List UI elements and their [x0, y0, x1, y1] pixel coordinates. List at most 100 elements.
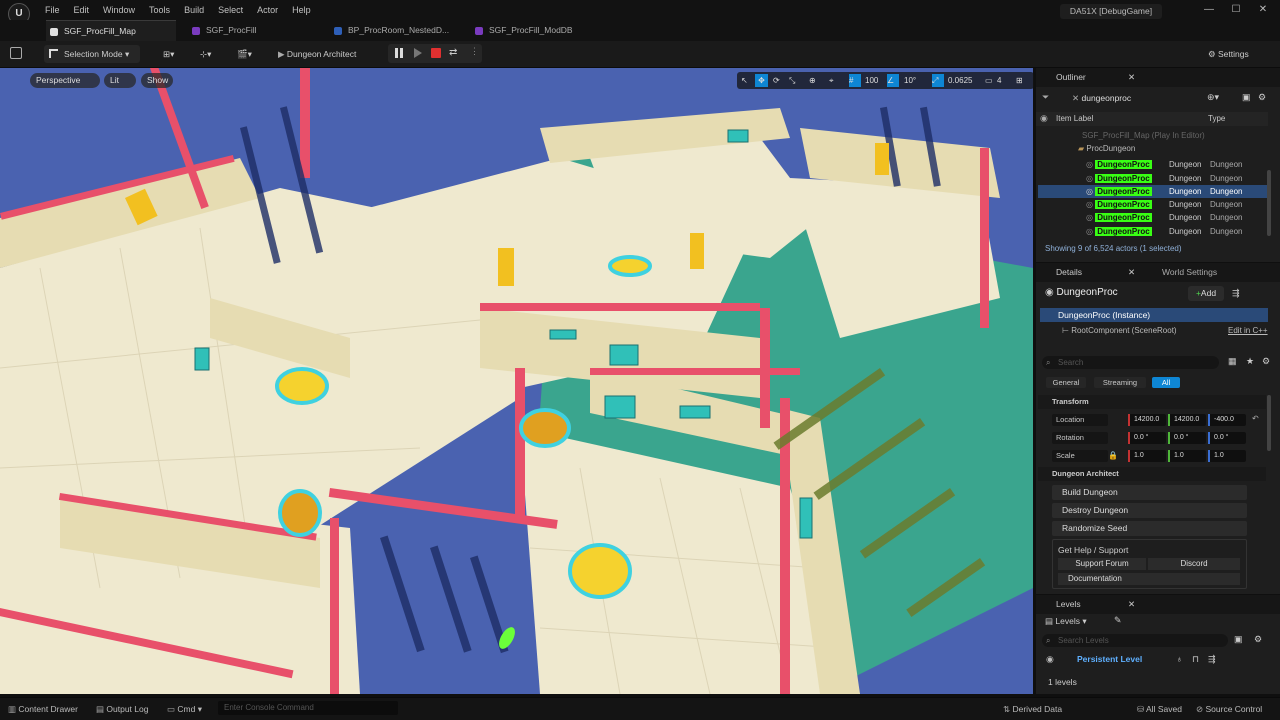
destroy-dungeon-button[interactable]: Destroy Dungeon: [1052, 503, 1247, 518]
tab-details[interactable]: Details: [1056, 267, 1082, 277]
details-search-input[interactable]: ⌕ Search: [1042, 356, 1219, 369]
rotation-z[interactable]: 0.0 °: [1208, 432, 1246, 444]
tab-sgf-procfill-moddb[interactable]: SGF_ProcFill_ModDB: [471, 20, 611, 41]
rotation-snap-value[interactable]: 10°: [904, 74, 916, 87]
lock-icon[interactable]: ⊓: [1192, 654, 1199, 665]
cmd-dropdown[interactable]: ▭ Cmd ▾: [167, 703, 202, 715]
maximize-icon[interactable]: ☐: [1225, 2, 1247, 18]
scale-snap-value[interactable]: 0.0625: [948, 74, 972, 87]
folder-row[interactable]: ▰ ProcDungeon: [1038, 142, 1267, 155]
documentation-button[interactable]: Documentation: [1058, 573, 1240, 585]
rotation-snap-icon[interactable]: ∠: [887, 74, 899, 87]
location-x[interactable]: 14200.0: [1128, 414, 1166, 426]
star-icon[interactable]: ★: [1246, 356, 1254, 367]
lock-icon[interactable]: 🔒: [1108, 451, 1118, 460]
gear-icon[interactable]: ⚙: [1254, 634, 1262, 645]
lightbulb-icon[interactable]: ♁: [1176, 654, 1183, 664]
filter-all[interactable]: All: [1152, 377, 1180, 388]
menu-file[interactable]: File: [38, 0, 67, 20]
filter-icon[interactable]: ⏷: [1042, 92, 1052, 104]
scale-x[interactable]: 1.0: [1128, 450, 1166, 462]
console-input[interactable]: Enter Console Command: [218, 701, 398, 715]
details-scrollbar[interactable]: [1267, 395, 1271, 451]
selection-mode-dropdown[interactable]: Selection Mode ▾: [44, 45, 140, 63]
tab-world-settings[interactable]: World Settings: [1148, 263, 1217, 282]
table-row[interactable]: ◎ DungeonProc Dungeon Dungeon: [1038, 225, 1267, 238]
transform-section[interactable]: Transform: [1038, 395, 1266, 409]
dungeon-architect-section[interactable]: Dungeon Architect: [1038, 467, 1266, 481]
rotation-dropdown[interactable]: Rotation: [1052, 432, 1108, 444]
perspective-button[interactable]: Perspective: [30, 73, 100, 88]
filter-streaming[interactable]: Streaming: [1094, 377, 1146, 388]
levels-search-input[interactable]: ⌕ Search Levels: [1042, 634, 1228, 647]
discord-button[interactable]: Discord: [1148, 558, 1240, 570]
tab-sgf-procfill[interactable]: SGF_ProcFill: [188, 20, 323, 41]
close-tab-icon[interactable]: ✕: [1128, 68, 1135, 87]
column-item-label[interactable]: Item Label: [1056, 114, 1093, 123]
content-drawer-button[interactable]: ▥ Content Drawer: [8, 703, 78, 715]
build-dungeon-button[interactable]: Build Dungeon: [1052, 485, 1247, 500]
close-tab-icon[interactable]: ✕: [1128, 595, 1135, 614]
table-row[interactable]: ◎ DungeonProc Dungeon Dungeon: [1038, 211, 1267, 224]
grid-snap-value[interactable]: 100: [865, 74, 878, 87]
support-forum-button[interactable]: Support Forum: [1058, 558, 1146, 570]
visibility-icon[interactable]: ◉: [1046, 654, 1054, 665]
edit-cpp-link[interactable]: Edit in C++: [1228, 326, 1268, 335]
all-saved-button[interactable]: ⛁ All Saved: [1137, 703, 1182, 715]
reset-icon[interactable]: ↶: [1252, 414, 1259, 423]
scale-y[interactable]: 1.0: [1168, 450, 1206, 462]
save-icon[interactable]: [10, 47, 22, 59]
location-y[interactable]: 14200.0: [1168, 414, 1206, 426]
menu-edit[interactable]: Edit: [67, 0, 97, 20]
filter-general[interactable]: General: [1046, 377, 1086, 388]
menu-window[interactable]: Window: [96, 0, 142, 20]
maximize-viewport-icon[interactable]: ⊞: [1016, 74, 1023, 87]
edit-icon[interactable]: ✎: [1114, 615, 1122, 626]
menu-help[interactable]: Help: [285, 0, 318, 20]
world-icon[interactable]: ⊕: [809, 74, 816, 87]
pause-icon[interactable]: [395, 48, 398, 58]
derived-data-button[interactable]: ⇅ Derived Data: [1003, 703, 1062, 715]
scale-icon[interactable]: ⤡: [789, 74, 795, 87]
menu-actor[interactable]: Actor: [250, 0, 285, 20]
randomize-seed-button[interactable]: Randomize Seed: [1052, 521, 1247, 536]
column-type[interactable]: Type: [1208, 114, 1225, 123]
tab-sgf-procfill-map[interactable]: SGF_ProcFill_Map: [46, 20, 176, 41]
location-z[interactable]: -400.0: [1208, 414, 1246, 426]
more-options-icon[interactable]: ⋮: [470, 46, 479, 57]
camera-speed-icon[interactable]: ▭: [985, 74, 993, 87]
table-row-selected[interactable]: ◎ DungeonProc Dungeon Dungeon: [1038, 185, 1267, 198]
table-row[interactable]: ◎ DungeonProc Dungeon Dungeon: [1038, 172, 1267, 185]
cinematics-icon[interactable]: 🎬▾: [237, 45, 263, 63]
gear-icon[interactable]: ⚙: [1262, 356, 1270, 367]
levels-dropdown[interactable]: ▤ Levels ▾: [1045, 616, 1087, 627]
step-icon[interactable]: [414, 48, 422, 58]
level-options-icon[interactable]: ⇶: [1208, 654, 1216, 665]
lit-button[interactable]: Lit: [104, 73, 136, 88]
minimize-icon[interactable]: —: [1198, 2, 1220, 18]
move-icon[interactable]: ✥: [755, 74, 768, 87]
add-component-button[interactable]: +Add: [1188, 286, 1224, 301]
menu-tools[interactable]: Tools: [142, 0, 177, 20]
rotation-x[interactable]: 0.0 °: [1128, 432, 1166, 444]
surface-snap-icon[interactable]: ⌖: [829, 74, 834, 87]
show-button[interactable]: Show: [141, 73, 173, 88]
root-component-row[interactable]: ⊢ RootComponent (SceneRoot): [1062, 326, 1177, 335]
gear-icon[interactable]: ⚙: [1258, 92, 1266, 103]
scale-snap-icon[interactable]: ⤢: [932, 74, 944, 87]
scale-dropdown[interactable]: Scale: [1052, 450, 1108, 462]
add-actor-icon[interactable]: ⊞▾: [163, 45, 189, 63]
camera-speed-value[interactable]: 4: [997, 74, 1001, 87]
close-tab-icon[interactable]: ✕: [1128, 263, 1135, 282]
tab-bp-procroom[interactable]: BP_ProcRoom_NestedD...: [330, 20, 462, 41]
grid-snap-icon[interactable]: #: [849, 74, 861, 87]
instance-row[interactable]: DungeonProc (Instance): [1040, 308, 1268, 322]
menu-build[interactable]: Build: [177, 0, 211, 20]
grid-view-icon[interactable]: ▦: [1228, 356, 1237, 367]
world-row[interactable]: SGF_ProcFill_Map (Play In Editor): [1038, 129, 1267, 142]
settings-button[interactable]: ⚙ Settings: [1208, 45, 1278, 63]
rotate-icon[interactable]: ⟳: [773, 74, 780, 87]
select-icon[interactable]: ↖: [741, 74, 748, 87]
blueprint-menu-icon[interactable]: ⊹▾: [200, 45, 226, 63]
folder-icon[interactable]: ▣: [1234, 634, 1243, 645]
